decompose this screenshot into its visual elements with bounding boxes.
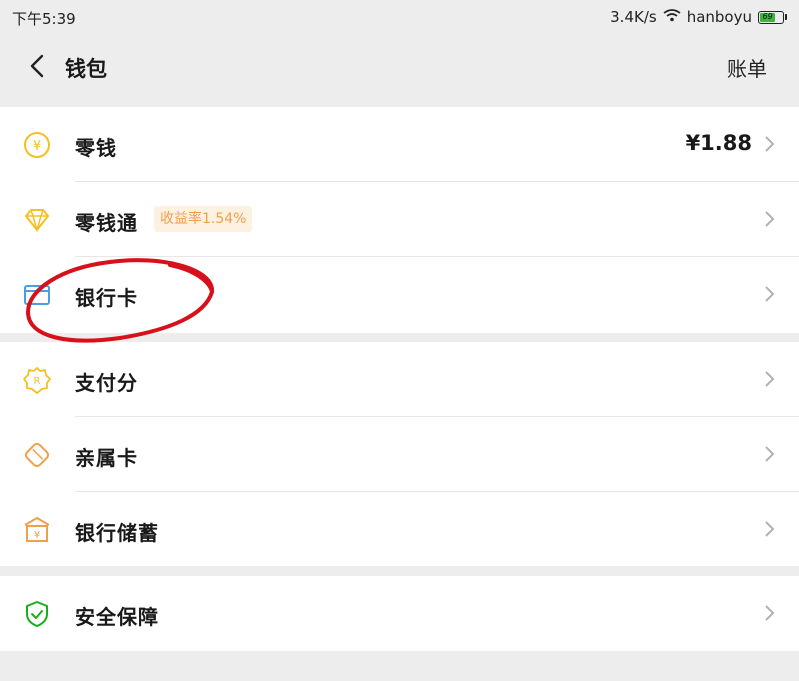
list-item-bank-card[interactable]: 银行卡 [0, 257, 799, 332]
diamond-icon [22, 205, 52, 235]
list-item-change-plus[interactable]: 零钱通 收益率1.54% [0, 182, 799, 257]
item-label: 零钱 [75, 136, 117, 160]
wifi-icon [663, 8, 681, 26]
item-label: 亲属卡 [75, 446, 138, 470]
chevron-right-icon [763, 519, 777, 539]
status-right: 3.4K/s hanboyu 69 [610, 8, 787, 26]
balance-amount: ¥1.88 [685, 131, 752, 155]
item-label: 支付分 [75, 371, 138, 395]
item-label: 银行卡 [75, 286, 138, 310]
bill-button[interactable]: 账单 [727, 53, 767, 82]
coin-icon: ¥ [22, 130, 52, 160]
status-bar: 下午5:39 3.4K/s hanboyu 69 [0, 0, 799, 34]
item-label: 安全保障 [75, 605, 159, 629]
chevron-right-icon [763, 209, 777, 229]
chevron-right-icon [763, 603, 777, 623]
list-item-security[interactable]: 安全保障 [0, 576, 799, 651]
network-speed: 3.4K/s [610, 8, 657, 26]
status-time: 下午5:39 [12, 10, 76, 28]
page-title: 钱包 [65, 57, 107, 81]
chevron-right-icon [763, 284, 777, 304]
chevron-right-icon [763, 369, 777, 389]
list-item-pay-score[interactable]: R 支付分 [0, 342, 799, 417]
svg-text:¥: ¥ [33, 139, 41, 154]
back-button[interactable] [24, 52, 52, 80]
score-icon: R [22, 365, 52, 395]
chevron-left-icon [30, 54, 44, 78]
battery-level: 69 [760, 12, 776, 22]
list-item-family-card[interactable]: 亲属卡 [0, 417, 799, 492]
wifi-name: hanboyu [686, 8, 752, 26]
item-label: 零钱通 [75, 211, 138, 235]
nav-bar: 钱包 账单 [0, 34, 799, 106]
item-label: 银行储蓄 [75, 521, 159, 545]
svg-text:¥: ¥ [34, 530, 40, 541]
family-card-icon [22, 440, 52, 470]
chevron-right-icon [763, 444, 777, 464]
yield-badge: 收益率1.54% [154, 206, 253, 232]
bank-savings-icon: ¥ [22, 515, 52, 545]
wallet-group-1: ¥ 零钱 ¥1.88 零钱通 收益率1.54% 银行卡 [0, 107, 799, 333]
wallet-group-2: R 支付分 亲属卡 ¥ 银行储蓄 [0, 342, 799, 566]
chevron-right-icon [763, 134, 777, 154]
card-icon [22, 280, 52, 310]
battery-icon: 69 [758, 10, 787, 24]
svg-text:R: R [34, 376, 41, 387]
list-item-bank-savings[interactable]: ¥ 银行储蓄 [0, 492, 799, 567]
list-item-change[interactable]: ¥ 零钱 ¥1.88 [0, 107, 799, 182]
wallet-group-3: 安全保障 [0, 576, 799, 651]
shield-icon [22, 599, 52, 629]
